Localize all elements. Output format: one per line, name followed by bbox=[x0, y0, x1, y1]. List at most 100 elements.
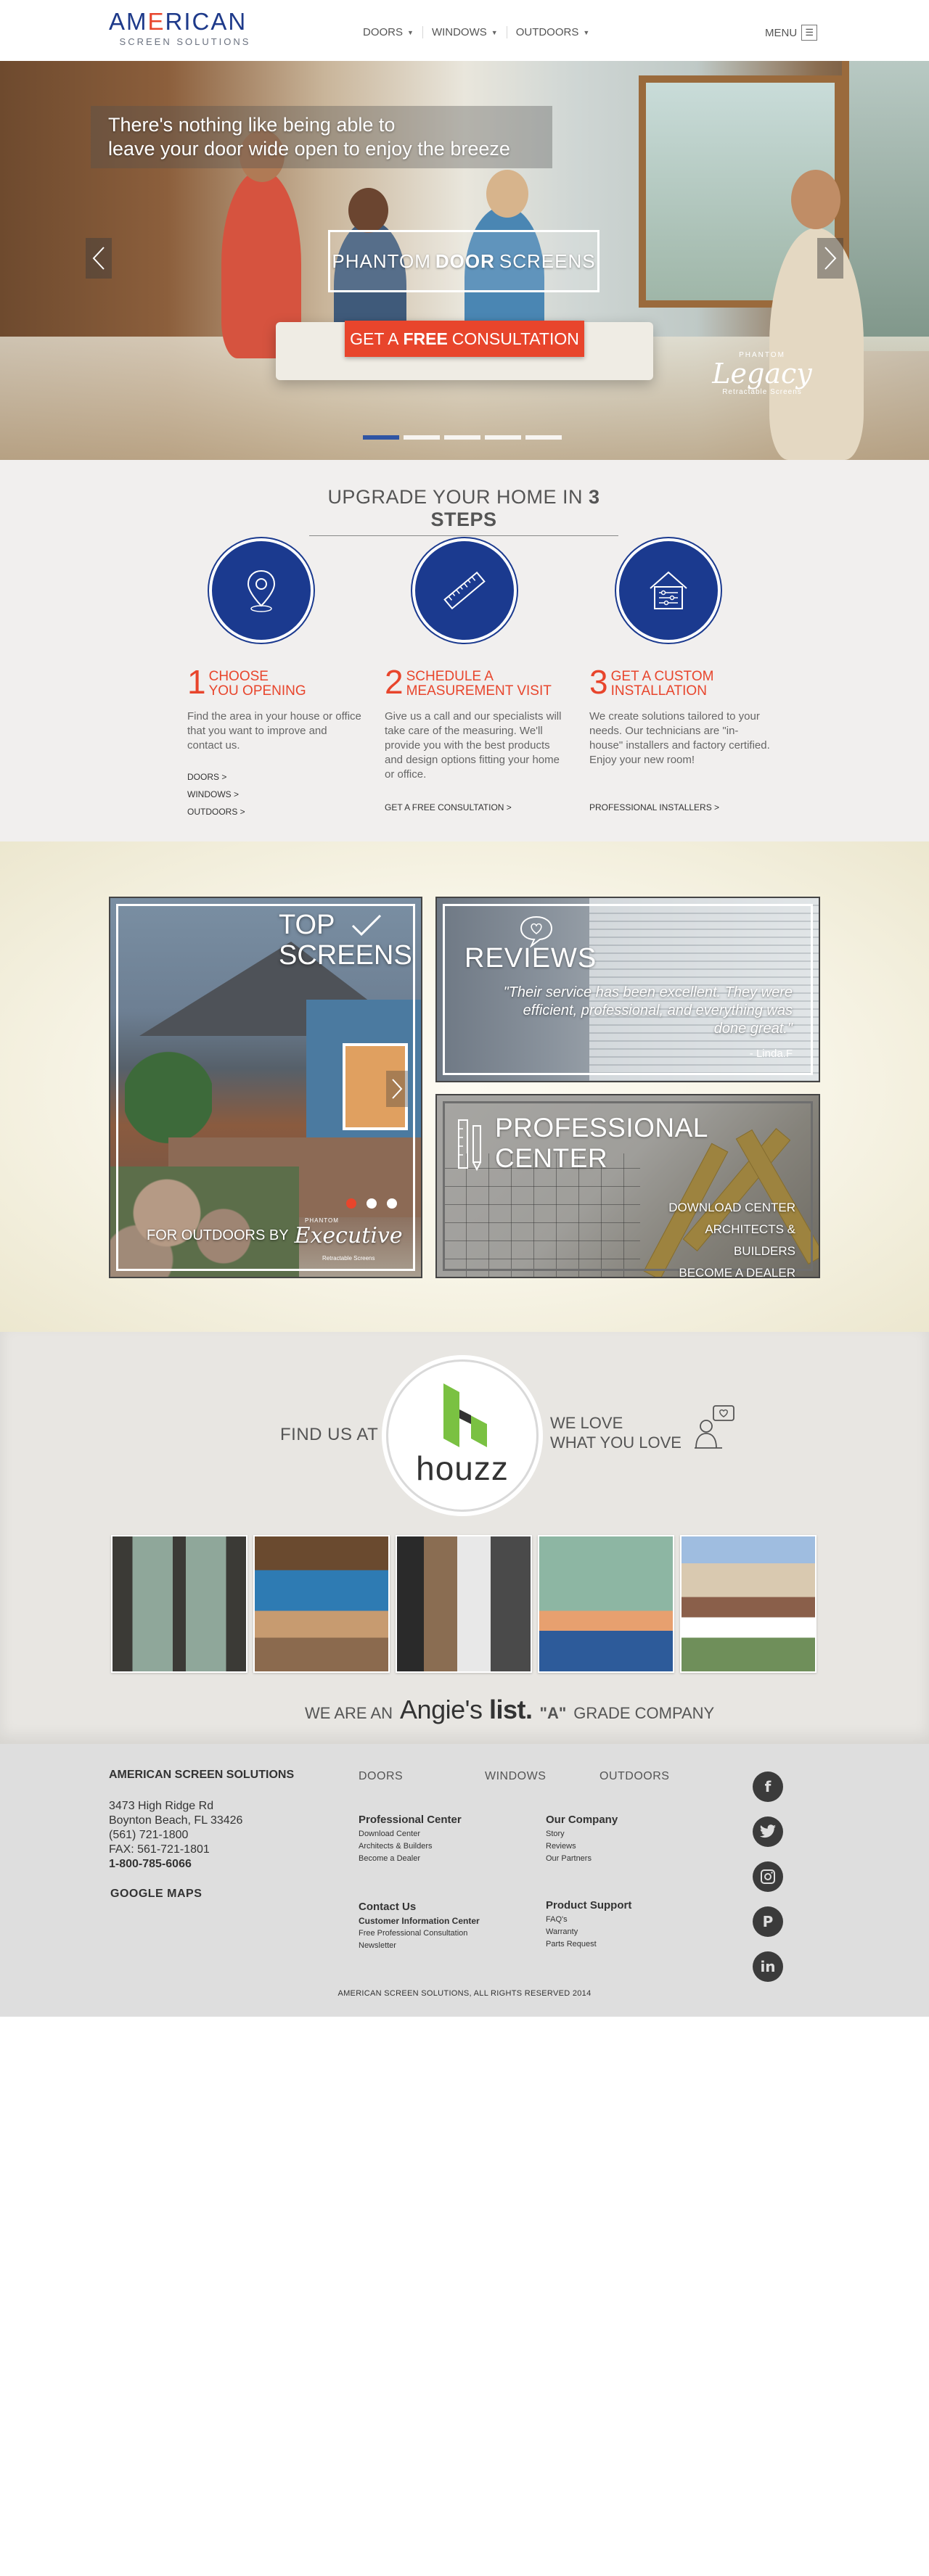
footer-phone[interactable]: (561) 721-1800 bbox=[109, 1828, 242, 1843]
step-links: DOORS > WINDOWS > OUTDOORS > bbox=[187, 772, 245, 824]
menu-button[interactable]: MENU ☰ bbox=[765, 25, 818, 41]
footer-doors-link[interactable]: DOORS bbox=[359, 1770, 403, 1783]
hero-pagination bbox=[363, 435, 562, 440]
hamburger-icon: ☰ bbox=[801, 25, 818, 41]
hero-caption-line: leave your door wide open to enjoy the b… bbox=[108, 138, 510, 160]
steps-title: UPGRADE YOUR HOME IN 3 STEPS bbox=[309, 486, 618, 536]
houzz-logo-icon bbox=[443, 1383, 487, 1447]
facebook-icon[interactable]: f bbox=[753, 1771, 783, 1802]
nav-doors[interactable]: DOORS ▼ bbox=[356, 26, 422, 38]
footer-toll-free-phone[interactable]: 1-800-785-6066 bbox=[109, 1857, 242, 1872]
step-circle bbox=[209, 538, 314, 643]
gallery-image[interactable] bbox=[253, 1535, 390, 1673]
copyright-text: AMERICAN SCREEN SOLUTIONS, ALL RIGHTS RE… bbox=[337, 1989, 592, 1998]
footer-address: 3473 High Ridge Rd Boynton Beach, FL 334… bbox=[109, 1800, 243, 1872]
step-description: We create solutions tailored to your nee… bbox=[589, 710, 770, 766]
hero-dot[interactable] bbox=[444, 435, 480, 440]
executive-logo-tag: Retractable Screens bbox=[322, 1255, 375, 1262]
linkedin-icon[interactable]: in bbox=[753, 1951, 783, 1982]
phantom-executive-logo: Executive bbox=[294, 1223, 403, 1248]
chevron-down-icon: ▼ bbox=[583, 28, 590, 36]
nav-windows[interactable]: WINDOWS ▼ bbox=[422, 26, 507, 38]
professional-center-tile[interactable]: PROFESSIONAL CENTER DOWNLOAD CENTER ARCH… bbox=[435, 1094, 820, 1278]
hero-dot[interactable] bbox=[485, 435, 521, 440]
hero-photo-person bbox=[348, 188, 388, 233]
tile-photo-rocks bbox=[110, 1166, 299, 1277]
main-nav: DOORS ▼ WINDOWS ▼ OUTDOORS ▼ bbox=[356, 26, 598, 38]
hero-next-button[interactable] bbox=[817, 238, 843, 279]
gallery-image[interactable] bbox=[680, 1535, 817, 1673]
ruler-pencil-icon bbox=[458, 1119, 481, 1172]
chevron-right-icon bbox=[824, 247, 837, 270]
hero-slider: There's nothing like being able to leave… bbox=[0, 61, 929, 460]
step-description: Find the area in your house or office th… bbox=[187, 710, 361, 752]
site-logo[interactable]: AMERICAN SCREEN SOLUTIONS bbox=[109, 9, 261, 52]
top-screens-dot[interactable] bbox=[387, 1198, 397, 1209]
step-circle bbox=[616, 538, 721, 643]
ruler-icon bbox=[443, 571, 486, 610]
top-screens-tile[interactable]: TOP SCREENS PHANTOM FOR OUTDOORS BY Exec… bbox=[109, 897, 422, 1278]
hero-dot[interactable] bbox=[525, 435, 562, 440]
feature-tiles-section: TOP SCREENS PHANTOM FOR OUTDOORS BY Exec… bbox=[0, 841, 929, 1332]
link-outdoors[interactable]: OUTDOORS > bbox=[187, 807, 245, 817]
logo-wordmark: AMERICAN bbox=[109, 8, 247, 35]
pinterest-icon[interactable]: P bbox=[753, 1906, 783, 1937]
footer-outdoors-link[interactable]: OUTDOORS bbox=[599, 1770, 669, 1783]
review-quote: "Their service has been excellent. They … bbox=[503, 984, 793, 1037]
hero-product-title: PHANTOM DOOR SCREENS bbox=[328, 230, 599, 292]
top-screens-dot[interactable] bbox=[346, 1198, 356, 1209]
step-links: GET A FREE CONSULTATION > bbox=[385, 802, 512, 820]
top-screens-next-button[interactable] bbox=[386, 1071, 408, 1107]
step-circle bbox=[412, 538, 517, 643]
we-love-label: WE LOVE WHAT YOU LOVE bbox=[550, 1414, 682, 1452]
reviews-tile[interactable]: REVIEWS "Their service has been excellen… bbox=[435, 897, 820, 1082]
step-links: PROFESSIONAL INSTALLERS > bbox=[589, 802, 719, 820]
link-architects-builders[interactable]: ARCHITECTS & BUILDERS bbox=[640, 1219, 795, 1262]
steps-section: UPGRADE YOUR HOME IN 3 STEPS 1 CHOOSE YOU… bbox=[0, 460, 929, 841]
angies-list-logo[interactable]: Angie's list. bbox=[400, 1695, 533, 1725]
houzz-badge[interactable]: houzz bbox=[386, 1359, 539, 1512]
link-doors[interactable]: DOORS > bbox=[187, 772, 245, 782]
footer-company-name: AMERICAN SCREEN SOLUTIONS bbox=[109, 1769, 295, 1781]
gallery-image[interactable] bbox=[111, 1535, 247, 1673]
step-number: 1 bbox=[187, 663, 206, 701]
link-windows[interactable]: WINDOWS > bbox=[187, 789, 245, 799]
twitter-icon[interactable] bbox=[753, 1816, 783, 1847]
hero-dot[interactable] bbox=[363, 435, 399, 440]
google-maps-link[interactable]: GOOGLE MAPS bbox=[110, 1888, 202, 1901]
top-screens-pagination bbox=[346, 1198, 397, 1209]
free-consultation-button[interactable]: GET A FREE CONSULTATION bbox=[345, 321, 584, 357]
instagram-icon[interactable] bbox=[753, 1861, 783, 1892]
footer-professional-center: Professional Center Download Center Arch… bbox=[359, 1814, 462, 1863]
top-screens-dot[interactable] bbox=[367, 1198, 377, 1209]
footer-product-support: Product Support FAQ's Warranty Parts Req… bbox=[546, 1899, 632, 1949]
checkmark-icon bbox=[351, 914, 382, 937]
house-settings-icon bbox=[650, 571, 687, 609]
footer-windows-link[interactable]: WINDOWS bbox=[485, 1770, 546, 1783]
reviews-title: REVIEWS bbox=[464, 943, 597, 974]
chevron-down-icon: ▼ bbox=[407, 28, 414, 36]
gallery-image[interactable] bbox=[396, 1535, 532, 1673]
link-free-consultation[interactable]: GET A FREE CONSULTATION > bbox=[385, 802, 512, 812]
hero-photo-person bbox=[486, 170, 528, 218]
hero-caption: There's nothing like being able to leave… bbox=[91, 106, 552, 168]
social-links: f P in bbox=[753, 1771, 783, 1982]
site-footer: AMERICAN SCREEN SOLUTIONS 3473 High Ridg… bbox=[0, 1744, 929, 2017]
hero-photo-person bbox=[769, 228, 864, 460]
link-become-dealer[interactable]: BECOME A DEALER bbox=[640, 1262, 795, 1277]
menu-label: MENU bbox=[765, 26, 798, 39]
chevron-down-icon: ▼ bbox=[491, 28, 498, 36]
link-download-center[interactable]: DOWNLOAD CENTER bbox=[640, 1197, 795, 1219]
logo-tagline: SCREEN SOLUTIONS bbox=[119, 36, 251, 47]
footer-contact-us: Contact Us Customer Information Center F… bbox=[359, 1901, 480, 1950]
footer-our-company: Our Company Story Reviews Our Partners bbox=[546, 1814, 618, 1863]
step-number: 2 bbox=[385, 663, 404, 701]
hero-prev-button[interactable] bbox=[86, 238, 112, 279]
nav-outdoors[interactable]: OUTDOORS ▼ bbox=[506, 26, 599, 38]
hero-dot[interactable] bbox=[404, 435, 440, 440]
houzz-wordmark: houzz bbox=[416, 1449, 509, 1487]
gallery-image[interactable] bbox=[538, 1535, 674, 1673]
step-heading: 2 SCHEDULE A MEASUREMENT VISIT bbox=[385, 663, 552, 701]
find-us-label: FIND US AT bbox=[280, 1425, 379, 1444]
link-professional-installers[interactable]: PROFESSIONAL INSTALLERS > bbox=[589, 802, 719, 812]
